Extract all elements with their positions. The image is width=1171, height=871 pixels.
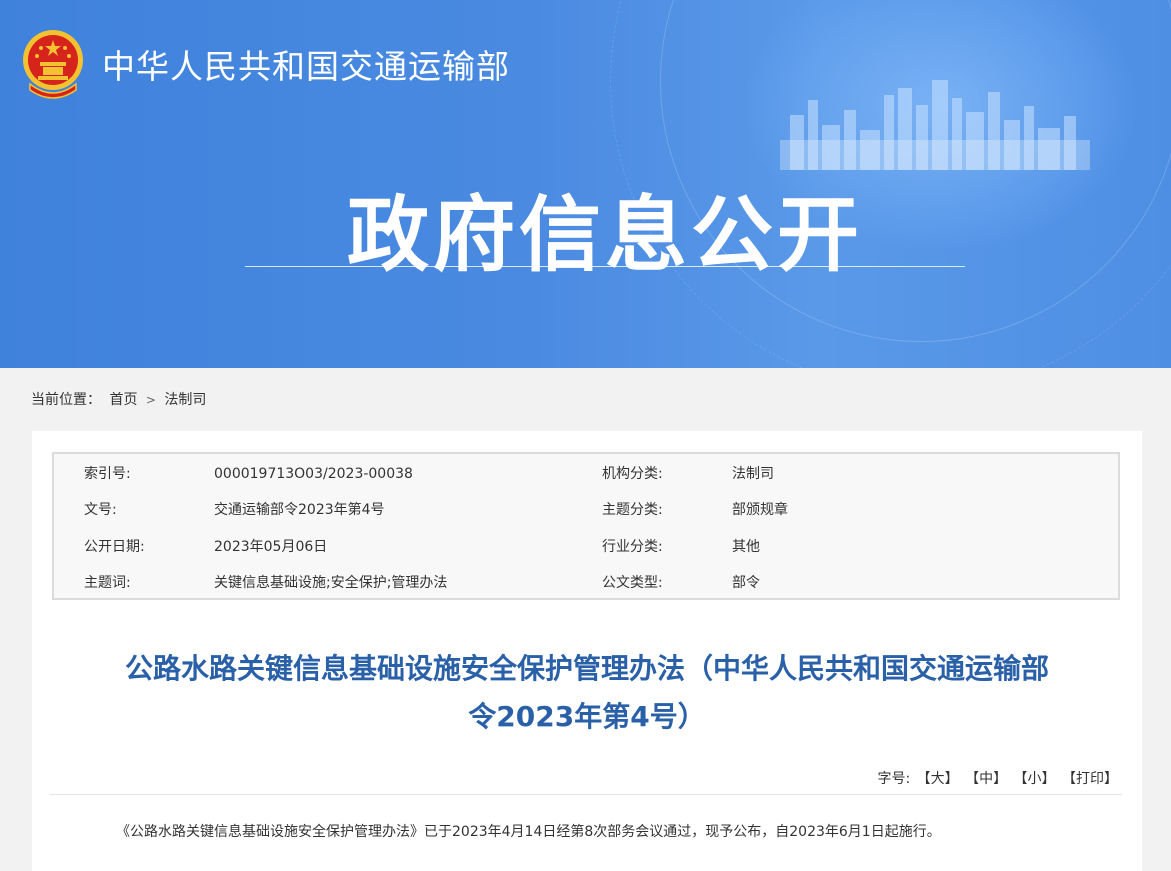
article-title-line2: 令2023年第4号）	[468, 700, 706, 733]
meta-keywords-label: 主题词:	[84, 575, 131, 591]
meta-keywords-value: 关键信息基础设施;安全保护;管理办法	[214, 575, 448, 591]
site-name[interactable]: 中华人民共和国交通运输部	[102, 40, 510, 88]
header-banner: 中华人民共和国交通运输部 政府信息公开	[0, 0, 1171, 368]
meta-org-label: 机构分类:	[602, 466, 663, 482]
meta-docno-value: 交通运输部令2023年第4号	[214, 502, 385, 518]
meta-doctype-value: 部令	[732, 575, 760, 591]
font-size-medium-button[interactable]: 【中】	[965, 771, 1007, 787]
article-title-line1: 公路水路关键信息基础设施安全保护管理办法（中华人民共和国交通运输部	[124, 652, 1049, 685]
breadcrumb-home-link[interactable]: 首页	[109, 392, 137, 408]
meta-industry-value: 其他	[732, 539, 760, 555]
national-emblem-icon	[23, 30, 83, 99]
breadcrumb-label: 当前位置：	[31, 392, 101, 408]
meta-topic-value: 部颁规章	[732, 502, 788, 518]
article-paragraph: 《公路水路关键信息基础设施安全保护管理办法》已于2023年4月14日经第8次部务…	[116, 824, 941, 840]
banner-title: 政府信息公开	[346, 188, 863, 283]
meta-org-value: 法制司	[732, 466, 774, 482]
meta-doctype-label: 公文类型:	[602, 575, 663, 591]
print-button[interactable]: 【打印】	[1062, 771, 1118, 787]
meta-industry-label: 行业分类:	[602, 539, 663, 555]
meta-date-label: 公开日期:	[84, 539, 145, 555]
font-size-small-button[interactable]: 【小】	[1014, 771, 1056, 787]
meta-index-label: 索引号:	[84, 466, 131, 482]
content-panel: 索引号: 000019713O03/2023-00038 机构分类: 法制司 文…	[32, 431, 1142, 871]
metadata-row: 主题词: 关键信息基础设施;安全保护;管理办法 公文类型: 部令	[54, 565, 1118, 601]
metadata-row: 公开日期: 2023年05月06日 行业分类: 其他	[54, 529, 1118, 565]
city-skyline-icon	[780, 80, 1090, 170]
article-title: 公路水路关键信息基础设施安全保护管理办法（中华人民共和国交通运输部 令2023年…	[32, 645, 1142, 741]
banner-divider	[245, 266, 965, 267]
meta-docno-label: 文号:	[84, 502, 117, 518]
document-metadata-table: 索引号: 000019713O03/2023-00038 机构分类: 法制司 文…	[52, 452, 1120, 600]
breadcrumb-section-link[interactable]: 法制司	[164, 392, 206, 408]
meta-date-value: 2023年05月06日	[214, 539, 328, 555]
metadata-row: 文号: 交通运输部令2023年第4号 主题分类: 部颁规章	[54, 492, 1118, 528]
breadcrumb-separator: >	[145, 393, 156, 407]
font-size-label: 字号:	[877, 771, 911, 787]
font-size-controls: 字号: 【大】 【中】 【小】 【打印】	[877, 768, 1118, 788]
metadata-row: 索引号: 000019713O03/2023-00038 机构分类: 法制司	[54, 456, 1118, 492]
meta-index-value: 000019713O03/2023-00038	[214, 466, 413, 482]
content-divider	[50, 794, 1122, 795]
font-size-large-button[interactable]: 【大】	[917, 771, 959, 787]
breadcrumb: 当前位置： 首页 > 法制司	[31, 389, 206, 409]
meta-topic-label: 主题分类:	[602, 502, 663, 518]
